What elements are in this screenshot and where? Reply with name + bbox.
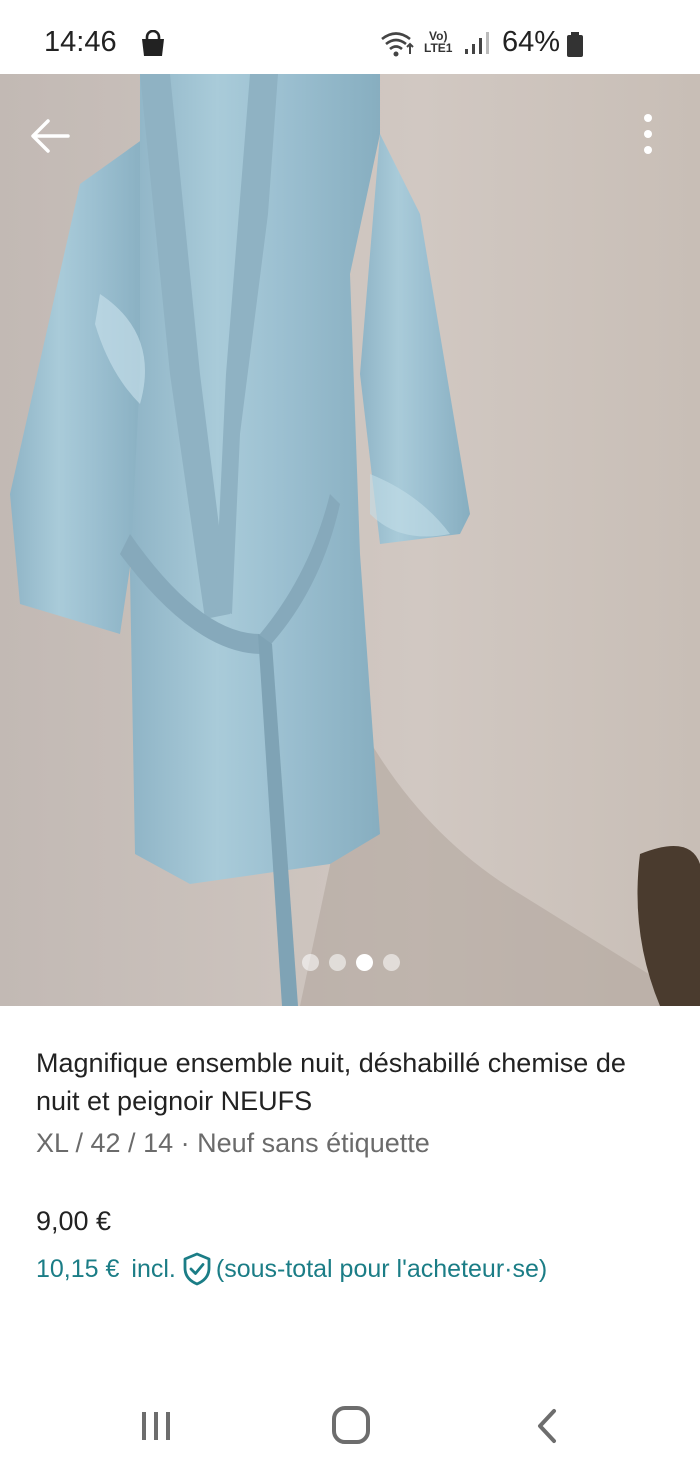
price-incl-note: (sous-total pour l'acheteur·se) bbox=[215, 1254, 548, 1283]
nav-back-icon[interactable] bbox=[532, 1408, 562, 1444]
gallery-dot[interactable] bbox=[302, 954, 319, 971]
price-incl-amount: 10,15 € bbox=[36, 1254, 120, 1283]
home-icon[interactable] bbox=[332, 1406, 370, 1444]
buyer-protection-price[interactable]: 10,15 € incl. (sous-total pour l'acheteu… bbox=[36, 1252, 547, 1286]
shopping-bag-icon bbox=[142, 30, 164, 56]
recent-apps-icon[interactable] bbox=[138, 1410, 174, 1442]
robe-image bbox=[0, 74, 700, 1006]
signal-icon bbox=[465, 32, 489, 54]
system-nav-bar bbox=[0, 1380, 700, 1478]
battery-percent: 64% bbox=[502, 26, 561, 58]
gallery-dot[interactable] bbox=[329, 954, 346, 971]
more-options-icon[interactable] bbox=[634, 110, 662, 160]
price-incl-label: incl. bbox=[131, 1254, 176, 1283]
volte-label-bottom: LTE1 bbox=[424, 41, 453, 55]
gallery-dot[interactable] bbox=[383, 954, 400, 971]
status-time: 14:46 bbox=[44, 26, 117, 58]
shield-check-icon bbox=[183, 1252, 211, 1286]
listing-title: Magnifique ensemble nuit, déshabillé che… bbox=[36, 1048, 626, 1116]
volte-icon: Vo) LTE1 bbox=[424, 30, 452, 54]
gallery-indicator bbox=[302, 954, 400, 971]
listing-subtitle: XL / 42 / 14 · Neuf sans étiquette bbox=[36, 1128, 430, 1158]
gallery-dot-active[interactable] bbox=[356, 954, 373, 971]
battery-icon bbox=[567, 32, 583, 57]
back-arrow-icon[interactable] bbox=[28, 114, 72, 158]
status-bar: 14:46 Vo) LTE1 64% bbox=[0, 0, 700, 74]
listing-price: 9,00 € bbox=[36, 1206, 112, 1236]
wifi-icon bbox=[381, 32, 414, 57]
product-photo[interactable] bbox=[0, 74, 700, 1006]
